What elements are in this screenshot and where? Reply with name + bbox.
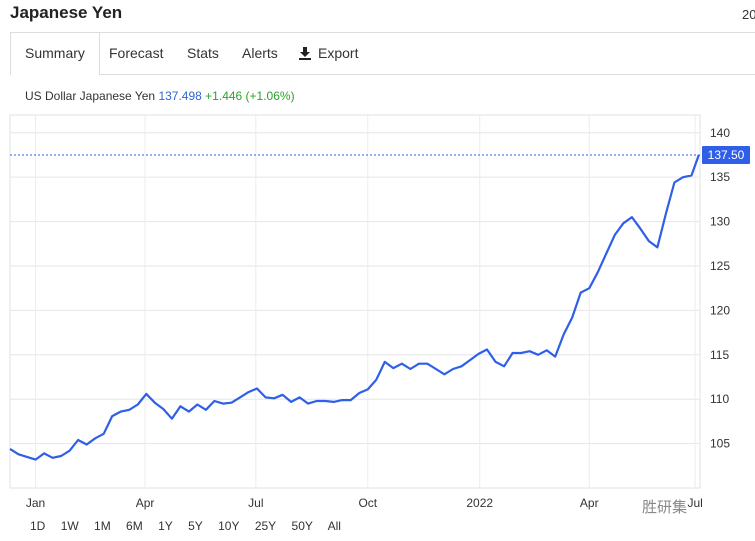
watermark: 胜研集: [642, 499, 688, 516]
range-1m[interactable]: 1M: [94, 519, 111, 533]
current-price-badge: 137.50: [702, 145, 750, 164]
y-tick-label: 110: [710, 392, 729, 406]
range-1w[interactable]: 1W: [61, 519, 79, 533]
x-tick-label: 2022: [466, 496, 493, 510]
y-tick-label: 105: [710, 437, 730, 451]
y-tick-label: 120: [710, 303, 730, 317]
range-25y[interactable]: 25Y: [255, 519, 276, 533]
x-tick-label: Jul: [248, 496, 263, 510]
x-tick-label: Jul: [687, 496, 702, 510]
y-tick-label: 115: [710, 348, 729, 362]
x-tick-label: Apr: [580, 496, 599, 510]
range-all[interactable]: All: [328, 519, 341, 533]
y-tick-label: 125: [710, 259, 730, 273]
range-5y[interactable]: 5Y: [188, 519, 203, 533]
price-chart[interactable]: 105 110 115 120 125 130 135 140 Jan Apr Jul Oct 202…: [0, 0, 755, 541]
range-10y[interactable]: 10Y: [218, 519, 239, 533]
chart-grid: [9, 114, 701, 489]
y-tick-label: 140: [710, 126, 730, 140]
current-price-badge-label: 137.50: [708, 148, 745, 162]
x-tick-label: Oct: [358, 496, 377, 510]
y-tick-label: 130: [710, 215, 730, 229]
range-selector: 1D 1W 1M 6M 1Y 5Y 10Y 25Y 50Y All: [30, 519, 353, 533]
y-tick-label: 135: [710, 170, 730, 184]
range-1y[interactable]: 1Y: [158, 519, 173, 533]
range-1d[interactable]: 1D: [30, 519, 45, 533]
x-tick-label: Apr: [136, 496, 155, 510]
y-axis-labels: 105 110 115 120 125 130 135 140: [710, 126, 730, 451]
x-tick-label: Jan: [26, 496, 45, 510]
plot-border: [9, 114, 701, 489]
range-50y[interactable]: 50Y: [292, 519, 313, 533]
range-6m[interactable]: 6M: [126, 519, 143, 533]
x-axis-labels: Jan Apr Jul Oct 2022 Apr Jul: [26, 496, 703, 510]
series-line: [9, 154, 700, 461]
